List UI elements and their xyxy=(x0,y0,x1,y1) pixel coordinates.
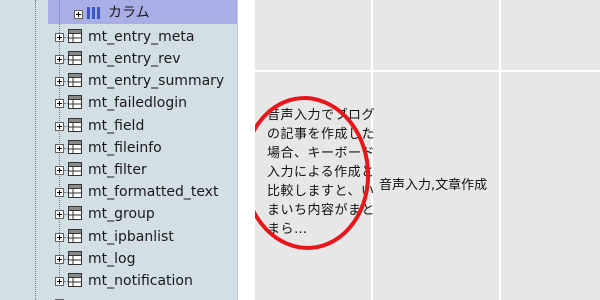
expand-toggle-icon[interactable] xyxy=(55,255,64,264)
expand-toggle-icon[interactable] xyxy=(55,122,64,131)
database-tree-panel: カラム mt_entry_meta mt_entry_rev mt_entry_… xyxy=(0,0,237,300)
table-icon xyxy=(68,95,82,109)
table-icon xyxy=(68,51,82,65)
table-icon xyxy=(68,251,82,265)
expand-toggle-icon[interactable] xyxy=(55,210,64,219)
expand-toggle-icon[interactable] xyxy=(55,33,64,42)
tree-item-label: mt_fileinfo xyxy=(88,140,162,156)
tree-item-table[interactable]: mt_ipbanlist xyxy=(0,226,237,248)
table-icon xyxy=(68,229,82,243)
expand-toggle-icon[interactable] xyxy=(55,77,64,86)
tree-item-table[interactable]: mt_filter xyxy=(0,159,237,181)
tree-item-table[interactable]: mt_failedlogin xyxy=(0,92,237,114)
table-icon xyxy=(68,206,82,220)
tree-item-table[interactable]: mt_fileinfo xyxy=(0,137,237,159)
tree-item-table[interactable]: mt_notification xyxy=(0,270,237,292)
tree-item-label: mt_group xyxy=(88,206,155,222)
tree-item-label: mt_notification xyxy=(88,273,193,289)
expand-toggle-icon[interactable] xyxy=(55,166,64,175)
expand-toggle-icon[interactable] xyxy=(74,10,83,19)
tree-item-table[interactable]: mt_entry_meta xyxy=(0,26,237,48)
tree-item-columns[interactable]: カラム xyxy=(0,2,237,24)
tree-item-label: カラム xyxy=(108,5,150,21)
tree-item-table-partial[interactable] xyxy=(0,292,237,300)
tree-item-table[interactable]: mt_field xyxy=(0,115,237,137)
tree-item-label: mt_entry_summary xyxy=(88,73,225,89)
expand-toggle-icon[interactable] xyxy=(55,277,64,286)
tree-item-label: mt_field xyxy=(88,118,145,134)
grid-cell[interactable] xyxy=(373,0,499,70)
tree-item-label: mt_formatted_text xyxy=(88,184,219,200)
tree-item-label: mt_log xyxy=(88,251,136,267)
tree-item-table[interactable]: mt_log xyxy=(0,248,237,270)
expand-toggle-icon[interactable] xyxy=(55,233,64,242)
columns-icon xyxy=(87,7,100,19)
tree-item-table[interactable]: mt_group xyxy=(0,203,237,225)
tags-cell-text: 音声入力,文章作成 xyxy=(379,178,488,193)
panel-splitter[interactable] xyxy=(237,0,256,300)
tree-item-table[interactable]: mt_entry_rev xyxy=(0,48,237,70)
tree-item-label: mt_entry_meta xyxy=(88,29,195,45)
grid-cell[interactable] xyxy=(501,0,600,70)
expand-toggle-icon[interactable] xyxy=(55,99,64,108)
data-grid: 音声入力でブログの記事を作成した場合、キーボード入力による作成と比較しますと、い… xyxy=(255,0,600,300)
table-icon xyxy=(68,162,82,176)
table-icon xyxy=(68,273,82,287)
expand-toggle-icon[interactable] xyxy=(55,55,64,64)
tree-item-label: mt_filter xyxy=(88,162,147,178)
table-icon xyxy=(68,29,82,43)
tree-item-table[interactable]: mt_formatted_text xyxy=(0,181,237,203)
grid-cell[interactable] xyxy=(255,0,371,70)
expand-toggle-icon[interactable] xyxy=(55,144,64,153)
table-icon xyxy=(68,118,82,132)
tree-item-table[interactable]: mt_entry_summary xyxy=(0,70,237,92)
tree-item-label: mt_failedlogin xyxy=(88,95,188,111)
tree-item-label: mt_entry_rev xyxy=(88,51,181,67)
table-icon xyxy=(68,73,82,87)
table-icon xyxy=(68,184,82,198)
tree-item-label: mt_ipbanlist xyxy=(88,229,174,245)
table-icon xyxy=(68,140,82,154)
expand-toggle-icon[interactable] xyxy=(55,188,64,197)
grid-cell[interactable] xyxy=(501,72,600,300)
